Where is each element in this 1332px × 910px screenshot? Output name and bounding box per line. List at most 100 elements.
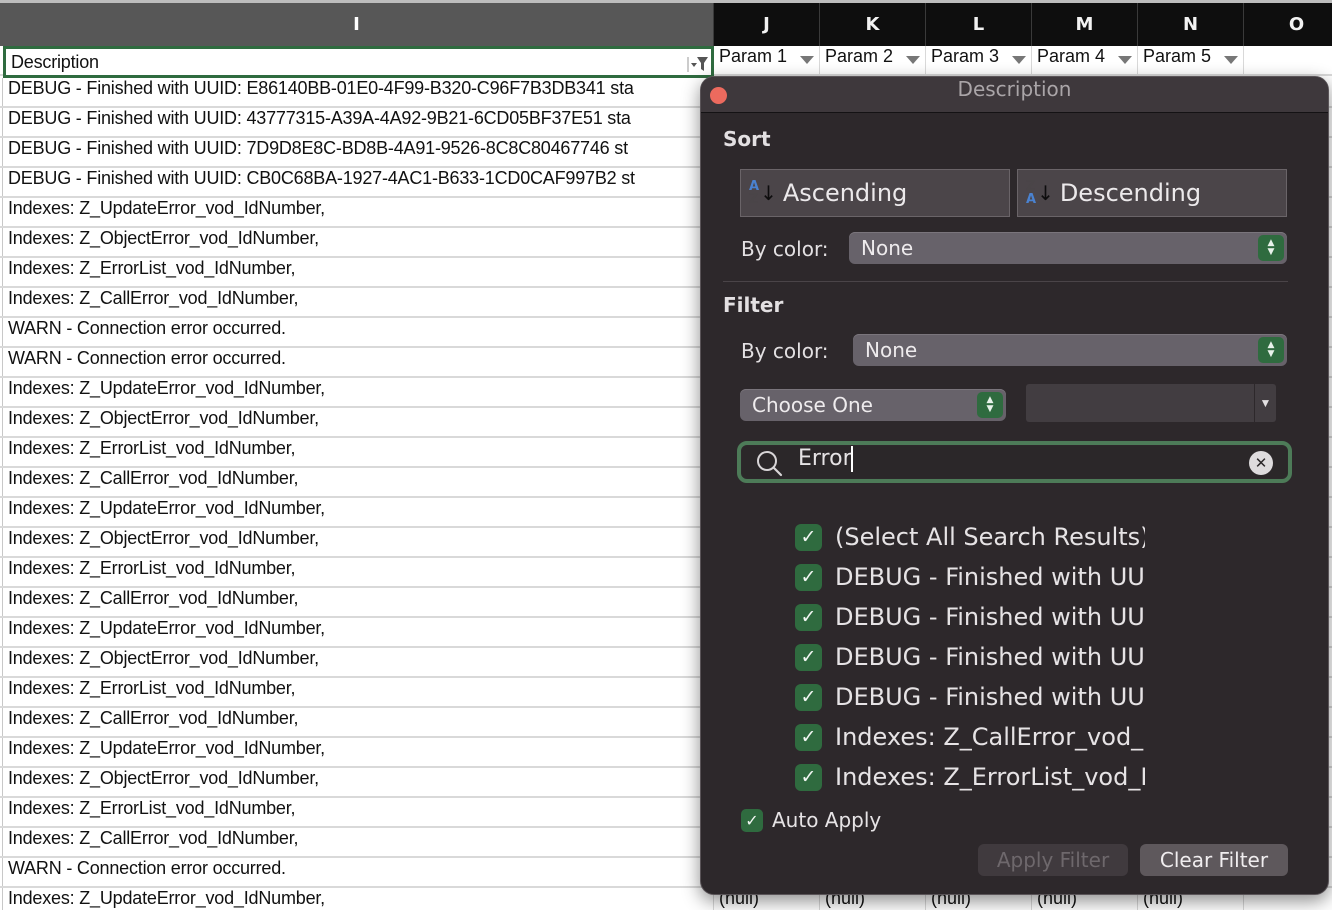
column-header-m[interactable]: M: [1032, 3, 1138, 46]
param-header-cell[interactable]: Param 1: [714, 46, 820, 74]
column-header-k[interactable]: K: [820, 3, 926, 46]
sort-ascending-button[interactable]: A Z ↓ Ascending: [740, 169, 1010, 217]
column-header-o[interactable]: O: [1244, 3, 1332, 46]
search-result-item[interactable]: ✓ DEBUG - Finished with UUID: [795, 597, 1145, 637]
column-letter: I: [353, 14, 360, 35]
search-result-label: Indexes: Z_CallError_vod_IdNumber,: [835, 723, 1145, 751]
description-cell[interactable]: Indexes: Z_UpdateError_vod_IdNumber,: [3, 618, 714, 646]
search-result-item[interactable]: ✓ DEBUG - Finished with UUID: [795, 637, 1145, 677]
condition-value-combobox[interactable]: ▼: [1026, 384, 1276, 422]
sort-section-label: Sort: [723, 127, 771, 151]
description-cell[interactable]: Indexes: Z_UpdateError_vod_IdNumber,: [3, 378, 714, 406]
column-dropdown-button[interactable]: [903, 50, 923, 70]
dropdown-triangle-icon: [906, 56, 920, 64]
description-cell[interactable]: Indexes: Z_CallError_vod_IdNumber,: [3, 468, 714, 496]
description-cell[interactable]: WARN - Connection error occurred.: [3, 348, 714, 376]
checkbox-checked-icon[interactable]: ✓: [795, 683, 822, 711]
sort-az-icon: A Z ↓: [749, 179, 777, 207]
column-header-n[interactable]: N: [1138, 3, 1244, 46]
search-result-label: DEBUG - Finished with UUID: [835, 643, 1145, 671]
checkbox-checked-icon[interactable]: ✓: [795, 763, 822, 791]
description-cell[interactable]: Indexes: Z_ErrorList_vod_IdNumber,: [3, 258, 714, 286]
column-dropdown-button[interactable]: [797, 50, 817, 70]
search-value: Error: [798, 446, 852, 471]
description-cell[interactable]: WARN - Connection error occurred.: [3, 318, 714, 346]
column-letter: M: [1075, 14, 1094, 35]
filter-by-color-select[interactable]: None ▲ ▼: [853, 334, 1287, 366]
description-cell[interactable]: DEBUG - Finished with UUID: E86140BB-01E…: [3, 78, 714, 106]
description-cell[interactable]: Indexes: Z_ObjectError_vod_IdNumber,: [3, 228, 714, 256]
select-stepper-icon: ▲ ▼: [1258, 337, 1284, 363]
search-result-label: Indexes: Z_ErrorList_vod_IdNumber,: [835, 763, 1145, 791]
popup-title: Description: [957, 77, 1072, 101]
param-header-label: Param 2: [825, 46, 894, 66]
filter-section-label: Filter: [723, 293, 784, 317]
descending-label: Descending: [1059, 179, 1202, 207]
description-cell[interactable]: Indexes: Z_UpdateError_vod_IdNumber,: [3, 198, 714, 226]
sort-descending-button[interactable]: Z A ↓ Descending: [1017, 169, 1287, 217]
clear-filter-button[interactable]: Clear Filter: [1140, 844, 1288, 876]
dropdown-triangle-icon: [1118, 56, 1132, 64]
description-cell[interactable]: Indexes: Z_ObjectError_vod_IdNumber,: [3, 528, 714, 556]
checkbox-checked-icon[interactable]: ✓: [795, 563, 822, 591]
filter-popup: Description Sort A Z ↓ Ascending Z A ↓ Desce…: [700, 76, 1329, 895]
condition-value: Choose One: [752, 393, 873, 417]
description-cell[interactable]: Indexes: Z_ErrorList_vod_IdNumber,: [3, 678, 714, 706]
description-cell[interactable]: DEBUG - Finished with UUID: CB0C68BA-192…: [3, 168, 714, 196]
description-cell[interactable]: Indexes: Z_CallError_vod_IdNumber,: [3, 708, 714, 736]
description-cell[interactable]: Indexes: Z_ErrorList_vod_IdNumber,: [3, 798, 714, 826]
description-cell[interactable]: Indexes: Z_ErrorList_vod_IdNumber,: [3, 438, 714, 466]
description-cell[interactable]: Indexes: Z_ErrorList_vod_IdNumber,: [3, 558, 714, 586]
search-result-item[interactable]: ✓ (Select All Search Results): [795, 517, 1145, 557]
active-filter-button[interactable]: [687, 54, 709, 74]
search-result-item[interactable]: ✓ DEBUG - Finished with UUID: [795, 557, 1145, 597]
description-cell[interactable]: DEBUG - Finished with UUID: 7D9D8E8C-BD8…: [3, 138, 714, 166]
description-header-label: Description: [11, 52, 99, 72]
description-cell[interactable]: DEBUG - Finished with UUID: 43777315-A39…: [3, 108, 714, 136]
column-header-i[interactable]: I: [0, 3, 714, 46]
search-field[interactable]: Error ✕: [737, 441, 1292, 483]
combo-dropdown-icon[interactable]: ▼: [1254, 384, 1276, 422]
checkbox-checked-icon[interactable]: ✓: [795, 643, 822, 671]
description-header-cell[interactable]: Description: [3, 46, 714, 78]
checkbox-checked-icon: ✓: [741, 808, 763, 832]
checkbox-checked-icon[interactable]: ✓: [795, 523, 822, 551]
param-header-cell[interactable]: Param 4: [1032, 46, 1138, 74]
column-dropdown-button[interactable]: [1009, 50, 1029, 70]
sort-by-color-select[interactable]: None ▲ ▼: [849, 232, 1287, 264]
description-cell[interactable]: Indexes: Z_UpdateError_vod_IdNumber,: [3, 738, 714, 766]
description-cell[interactable]: Indexes: Z_UpdateError_vod_IdNumber,: [3, 498, 714, 526]
description-cell[interactable]: Indexes: Z_UpdateError_vod_IdNumber,: [3, 888, 714, 910]
column-header-l[interactable]: L: [926, 3, 1032, 46]
search-result-item[interactable]: ✓ Indexes: Z_ErrorList_vod_IdNumber,: [795, 757, 1145, 797]
search-result-item[interactable]: ✓ Indexes: Z_CallError_vod_IdNumber,: [795, 717, 1145, 757]
param-header-cell[interactable]: Param 2: [820, 46, 926, 74]
dropdown-triangle-icon: [1224, 56, 1238, 64]
param-header-cell[interactable]: Param 3: [926, 46, 1032, 74]
description-cell[interactable]: Indexes: Z_ObjectError_vod_IdNumber,: [3, 768, 714, 796]
column-header-j[interactable]: J: [714, 3, 820, 46]
close-button[interactable]: [710, 87, 727, 104]
description-cell[interactable]: WARN - Connection error occurred.: [3, 858, 714, 886]
condition-select[interactable]: Choose One ▲ ▼: [740, 389, 1006, 421]
auto-apply-checkbox[interactable]: ✓ Auto Apply: [741, 808, 881, 832]
description-cell[interactable]: Indexes: Z_ObjectError_vod_IdNumber,: [3, 408, 714, 436]
param-header-cell[interactable]: Param 5: [1138, 46, 1244, 74]
description-cell[interactable]: Indexes: Z_CallError_vod_IdNumber,: [3, 588, 714, 616]
header-row: Description Param 1 Param 2 Param 3 Para…: [0, 46, 1332, 78]
clear-search-icon[interactable]: ✕: [1249, 451, 1273, 475]
description-cell[interactable]: Indexes: Z_CallError_vod_IdNumber,: [3, 288, 714, 316]
search-result-item[interactable]: ✓ DEBUG - Finished with UUID: [795, 677, 1145, 717]
column-dropdown-button[interactable]: [1221, 50, 1241, 70]
select-stepper-icon: ▲ ▼: [1258, 235, 1284, 261]
description-cell[interactable]: Indexes: Z_ObjectError_vod_IdNumber,: [3, 648, 714, 676]
checkbox-checked-icon[interactable]: ✓: [795, 603, 822, 631]
checkbox-checked-icon[interactable]: ✓: [795, 723, 822, 751]
apply-filter-button[interactable]: Apply Filter: [978, 844, 1128, 876]
column-dropdown-button[interactable]: [1115, 50, 1135, 70]
filter-by-color-value: None: [865, 338, 918, 362]
sort-by-color-value: None: [861, 236, 914, 260]
search-result-label: DEBUG - Finished with UUID: [835, 563, 1145, 591]
search-input[interactable]: Error: [798, 446, 1238, 478]
description-cell[interactable]: Indexes: Z_CallError_vod_IdNumber,: [3, 828, 714, 856]
